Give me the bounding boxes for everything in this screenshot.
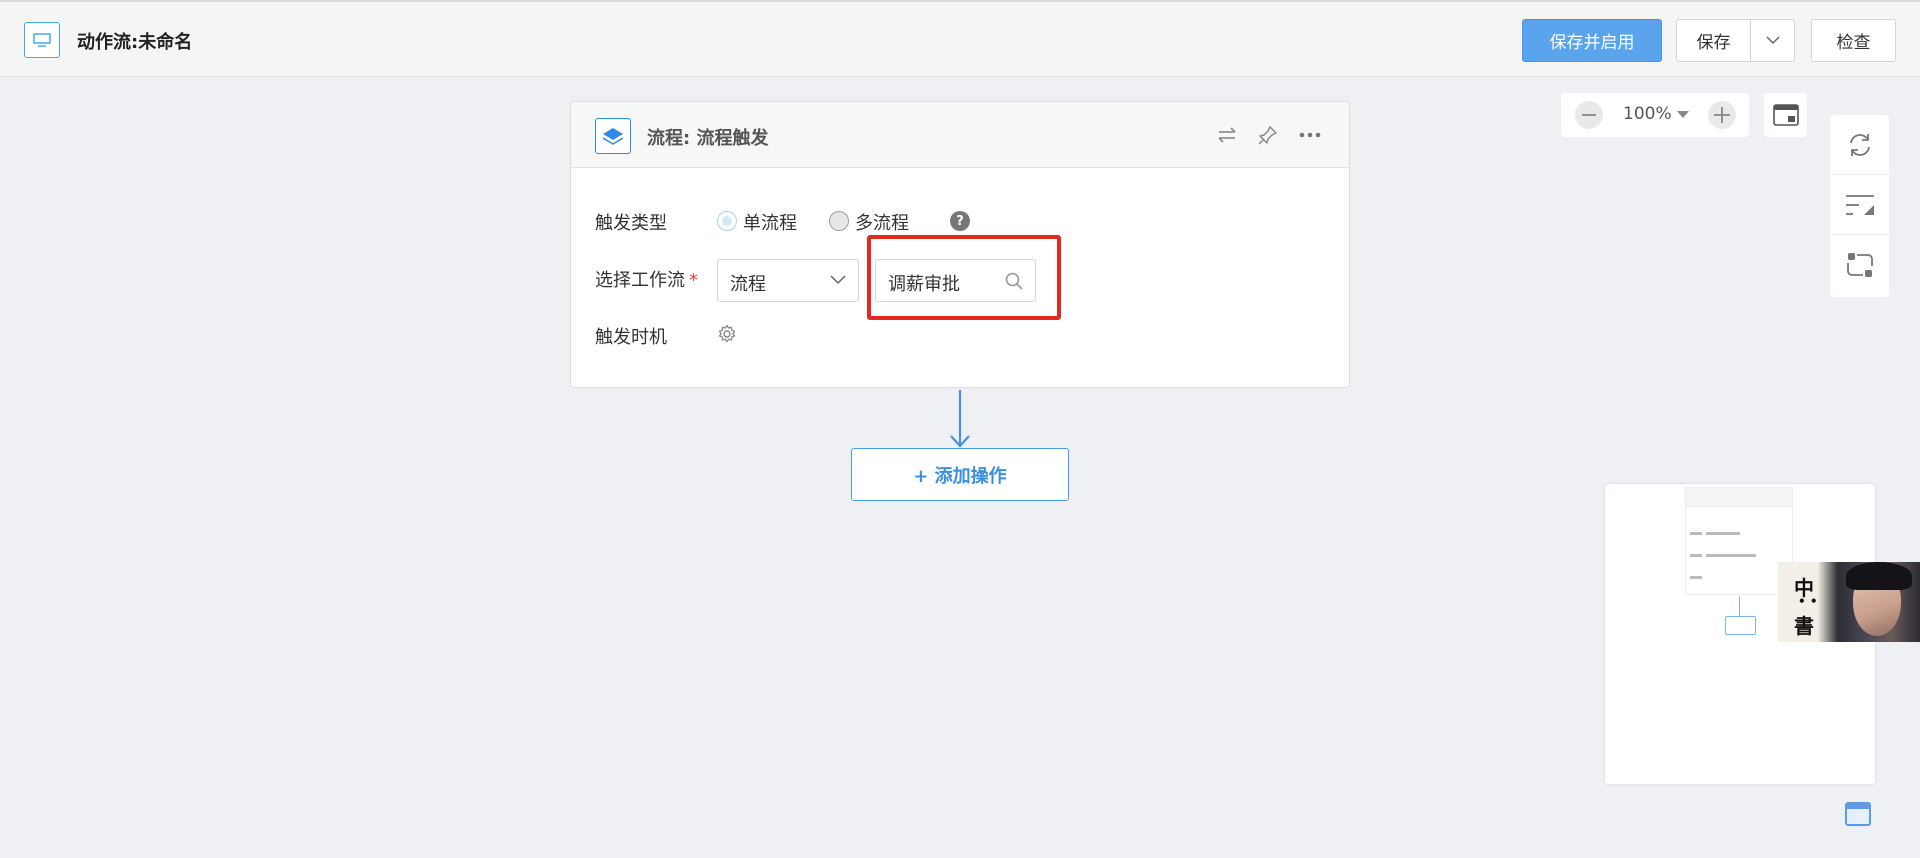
add-operation-button[interactable]: + 添加操作 [851,448,1069,501]
save-button-group: 保存 [1676,19,1795,62]
connect-button[interactable] [1830,235,1889,295]
avatar-glyph: • • [1798,594,1818,608]
trigger-type-label: 触发类型 [595,213,667,234]
fullscreen-icon [1772,104,1799,126]
minimap-add-button [1725,616,1756,635]
radio-single-flow-label[interactable]: 单流程 [743,209,797,235]
radio-single-flow[interactable] [717,211,737,231]
top-header: 动作流:未命名 保存并启用 保存 检查 [0,0,1920,77]
highlight-annotation [867,235,1061,320]
zoom-toolbar: 100% [1561,93,1749,137]
caret-down-icon[interactable] [1677,111,1689,118]
connect-icon [1846,253,1873,277]
avatar-glyph: 書 [1794,614,1814,638]
minimap-toggle-button[interactable] [1845,802,1871,826]
minimap-card [1685,487,1793,595]
minimap-line [1690,576,1702,579]
minimap-line [1690,554,1702,557]
side-toolbar [1830,115,1889,297]
avatar: 中 • • 書 [1778,562,1920,642]
minus-icon [1582,114,1596,116]
workflow-type-value: 流程 [730,274,766,295]
help-icon[interactable]: ? [950,211,970,231]
flow-arrow [950,390,970,448]
workflow-type-select[interactable]: 流程 [717,259,859,302]
zoom-in-button[interactable] [1708,101,1736,129]
radio-multi-flow[interactable] [829,211,849,231]
more-icon[interactable] [1299,124,1321,146]
layers-icon [595,118,631,154]
select-workflow-text: 选择工作流 [595,270,685,291]
minimap-card-header [1686,488,1792,507]
page-title: 动作流:未命名 [77,32,193,53]
save-button[interactable]: 保存 [1677,20,1751,61]
monitor-icon [24,22,60,58]
trigger-timing-label: 触发时机 [595,327,667,348]
gear-icon[interactable] [717,324,737,344]
save-dropdown-button[interactable] [1751,20,1794,61]
pin-icon[interactable] [1257,124,1279,146]
swap-icon[interactable] [1216,124,1238,146]
fullscreen-button[interactable] [1764,93,1807,137]
zoom-out-button[interactable] [1575,101,1603,129]
check-button[interactable]: 检查 [1811,19,1896,62]
plus-icon [1714,107,1730,123]
align-icon [1845,194,1874,215]
select-workflow-label: 选择工作流 * [595,266,698,292]
radio-multi-flow-label[interactable]: 多流程 [855,209,909,235]
minimap-connector [1739,596,1740,616]
chevron-down-icon [830,275,846,285]
refresh-button[interactable] [1830,115,1889,175]
auto-align-button[interactable] [1830,175,1889,235]
minimap-line [1690,532,1702,535]
zoom-level[interactable]: 100% [1623,104,1672,124]
required-mark: * [689,270,698,291]
minimap-line [1706,532,1740,535]
minimap-line [1706,554,1756,557]
save-and-enable-button[interactable]: 保存并启用 [1522,19,1662,62]
avatar-hair [1846,562,1912,590]
trigger-card-header: 流程: 流程触发 [571,102,1349,168]
refresh-icon [1849,133,1870,156]
card-title: 流程: 流程触发 [647,128,769,149]
chevron-down-icon [1765,36,1780,45]
